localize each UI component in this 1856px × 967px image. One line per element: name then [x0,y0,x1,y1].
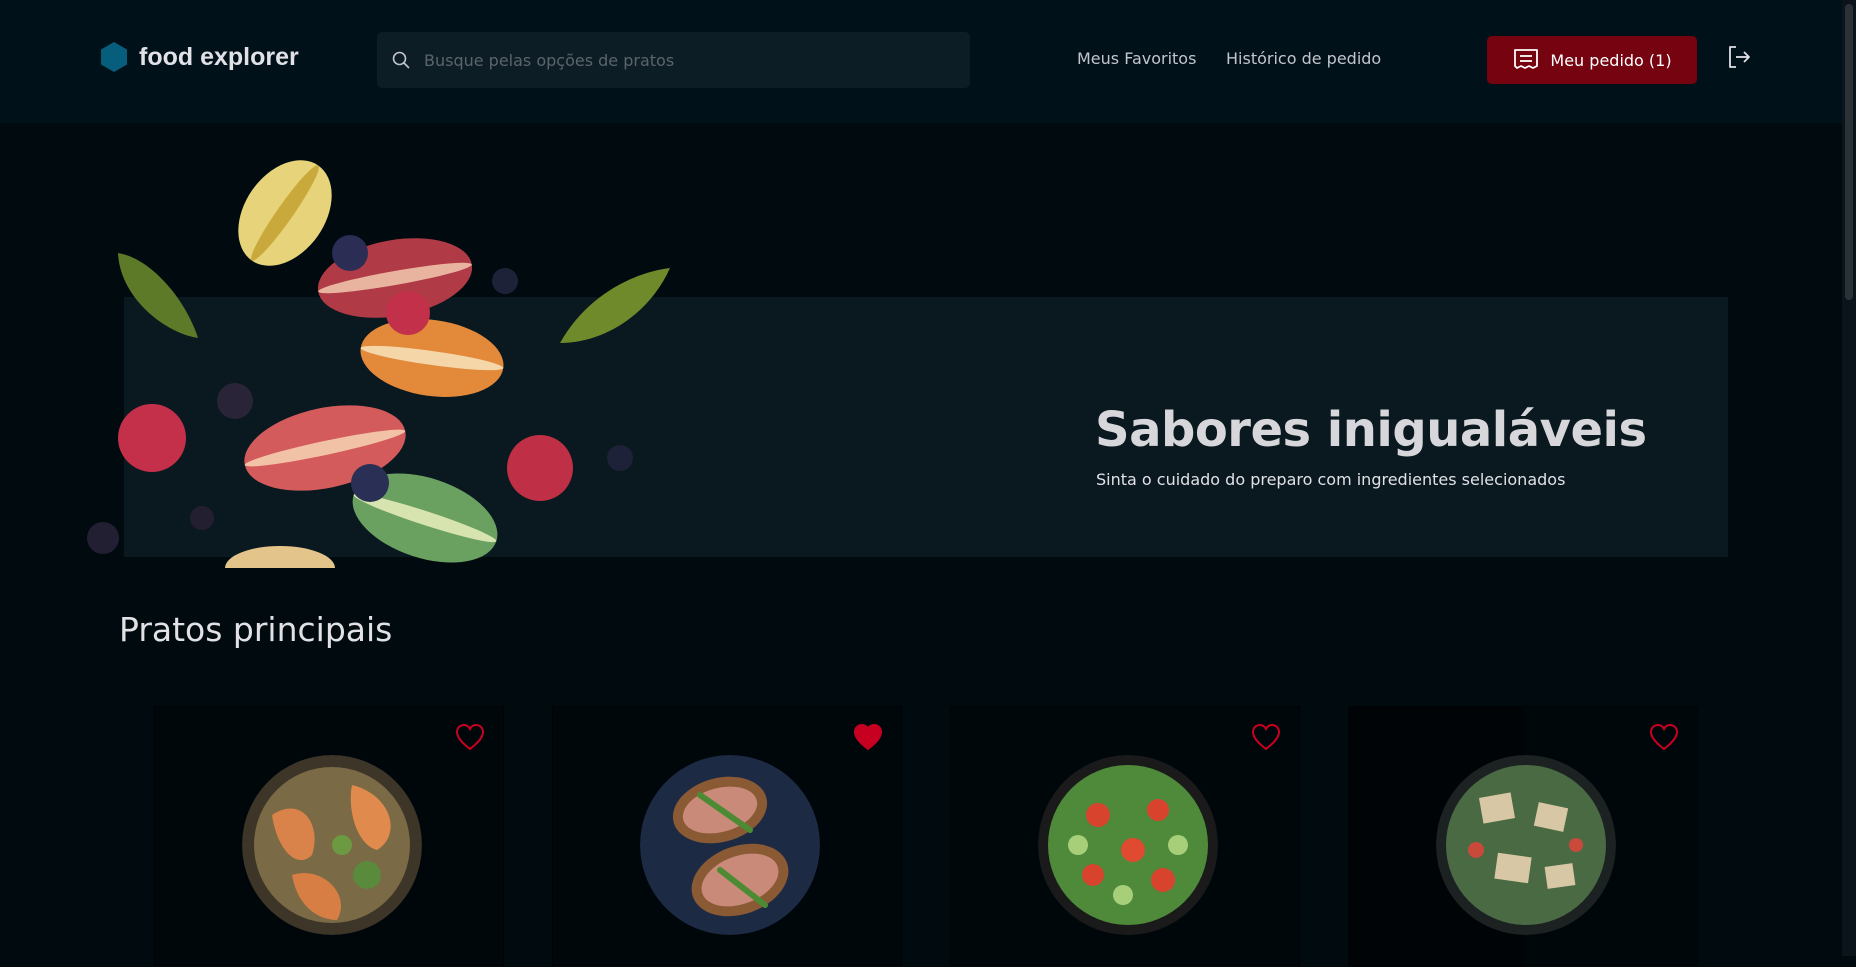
hexagon-logo-icon [101,42,127,72]
header: food explorer Meus Favoritos Histórico d… [0,0,1856,123]
search-bar[interactable] [377,32,970,88]
nav-favorites-link[interactable]: Meus Favoritos [1077,49,1196,68]
brand-logo[interactable]: food explorer [101,42,299,72]
dish-image-shrimp-pasta [242,755,422,935]
scrollbar-thumb[interactable] [1845,4,1853,300]
macarons-illustration [87,160,670,568]
banner-subtitle: Sinta o cuidado do preparo com ingredien… [1096,470,1566,489]
favorite-heart-icon[interactable] [1251,723,1281,751]
search-input[interactable] [424,50,944,70]
logout-icon[interactable] [1726,44,1752,70]
favorite-heart-icon[interactable] [455,723,485,751]
my-order-button[interactable]: Meu pedido (1) [1487,36,1697,84]
favorite-heart-icon[interactable] [1649,723,1679,751]
dish-image-parmesan-salad [1436,755,1616,935]
dish-card[interactable] [552,706,902,966]
search-icon [392,51,410,69]
section-title: Pratos principais [119,610,393,649]
dish-card[interactable] [950,706,1300,966]
favorite-heart-filled-icon[interactable] [853,723,883,751]
brand-name: food explorer [139,42,299,71]
banner-title: Sabores inigualáveis [1095,402,1647,458]
dish-image-bacon-toast [640,755,820,935]
dish-card[interactable] [154,706,504,966]
my-order-label: Meu pedido (1) [1550,50,1672,70]
receipt-icon [1514,49,1539,69]
dish-image-green-salad [1038,755,1218,935]
nav-history-link[interactable]: Histórico de pedido [1226,49,1381,68]
dish-card[interactable] [1348,706,1698,967]
